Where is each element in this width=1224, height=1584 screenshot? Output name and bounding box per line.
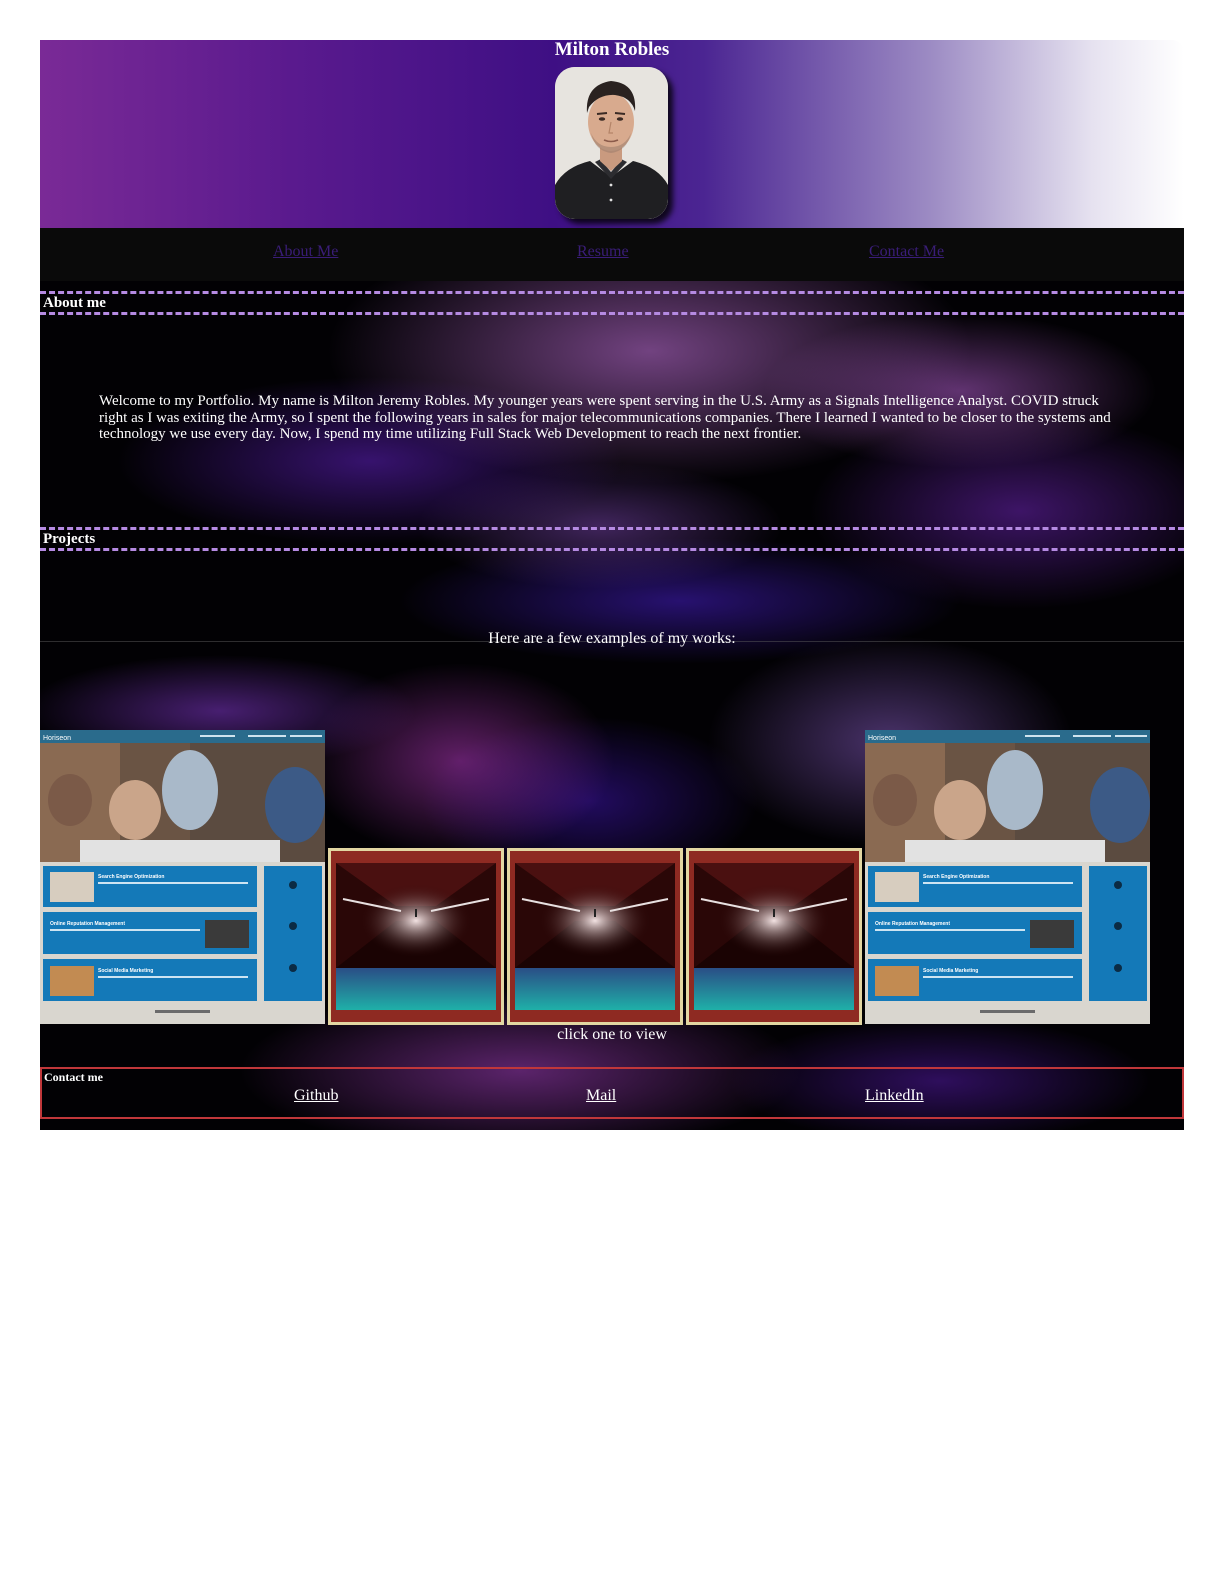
header-banner: Milton Robles [40,40,1184,228]
page: Milton Robles About Me Resume Contact Me… [40,40,1184,1130]
screenshot-card-3: Social Media Marketing [98,968,153,974]
screenshot-brand: Horiseon [868,735,896,742]
screenshot-card-2: Online Reputation Management [50,921,125,927]
contact-heading: Contact me [44,1070,103,1084]
nav-link-contact-me[interactable]: Contact Me [869,243,944,261]
screenshot-card-3: Social Media Marketing [923,968,978,974]
page-title: Milton Robles [554,39,670,60]
project-screenshot-horiseon-left[interactable]: Horiseon Search Engine Optimization Onli… [40,730,325,1024]
projects-intro: Here are a few examples of my works: [488,630,736,647]
nav-link-about-me[interactable]: About Me [273,243,338,261]
screenshot-card-2: Online Reputation Management [875,921,950,927]
avatar [555,67,668,219]
screenshot-card-1: Search Engine Optimization [98,874,164,880]
contact-link-linkedin[interactable]: LinkedIn [865,1087,924,1105]
project-card-1[interactable] [328,848,504,1025]
screenshot-brand: Horiseon [43,735,71,742]
project-card-3[interactable] [686,848,862,1025]
about-heading: About me [40,291,1184,315]
screenshot-card-1: Search Engine Optimization [923,874,989,880]
projects-note: click one to view [557,1026,667,1043]
contact-link-mail[interactable]: Mail [586,1087,616,1105]
project-screenshot-horiseon-right[interactable]: Horiseon Search Engine Optimization Onli… [865,730,1150,1024]
nav-link-resume[interactable]: Resume [577,243,629,261]
projects-heading: Projects [40,527,1184,551]
project-card-2[interactable] [507,848,683,1025]
contact-link-github[interactable]: Github [294,1087,338,1105]
main-nav: About Me Resume Contact Me [40,228,1184,281]
content-area: About me Welcome to my Portfolio. My nam… [40,281,1184,1130]
about-text: Welcome to my Portfolio. My name is Milt… [99,393,1111,442]
contact-section: Contact me Github Mail LinkedIn [40,1067,1184,1119]
